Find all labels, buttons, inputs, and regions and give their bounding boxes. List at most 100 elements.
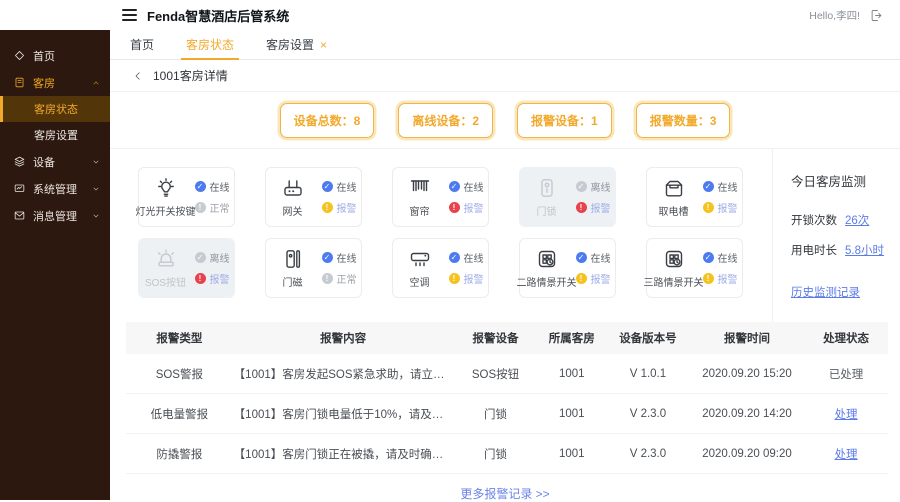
door-sensor-icon — [281, 247, 305, 271]
tab-label: 首页 — [130, 38, 155, 52]
sidebar-item-room-status[interactable]: 客房状态 — [0, 96, 110, 122]
alarm-table: 报警类型 报警内容 报警设备 所属客房 设备版本号 报警时间 处理状态 SOS警报 【1001… — [126, 322, 888, 474]
status-normal: ! 正常 — [321, 271, 357, 286]
monitor-label: 开锁次数 — [791, 215, 837, 227]
device-card-power-slot[interactable]: 取电槽 ✓ 在线! 报警 — [646, 167, 743, 227]
device-statuses: ✓ 在线! 报警 — [575, 250, 611, 286]
cell-device: 门锁 — [453, 433, 538, 474]
status-label: 正常 — [209, 204, 230, 215]
device-card-scene-switch-2[interactable]: 二路情景开关 ✓ 在线! 报警 — [516, 238, 616, 298]
tab-room-status[interactable]: 客房状态 — [181, 30, 240, 60]
page: { "header": { "title": "Fenda智慧酒店后管系统", … — [0, 0, 900, 502]
close-tab-icon[interactable]: × — [320, 38, 327, 52]
device-card-gateway[interactable]: 网关 ✓ 在线! 报警 — [265, 167, 362, 227]
status-label: 正常 — [336, 275, 357, 286]
exclamation-circle-icon: ! — [321, 202, 333, 213]
cell-time: 2020.09.20 09:20 — [689, 433, 805, 474]
sidebar-item-system-management[interactable]: 系统管理 — [0, 175, 110, 202]
sidebar-item-rooms[interactable]: 客房 — [0, 69, 110, 96]
device-card-left: 网关 — [271, 176, 315, 218]
exclamation-circle-icon: ! — [702, 273, 714, 284]
sidebar-item-devices[interactable]: 设备 — [0, 148, 110, 175]
sidebar-subitem-label: 客房设置 — [34, 130, 78, 142]
device-card-left: 窗帘 — [398, 176, 442, 218]
tab-room-settings[interactable]: 客房设置 × — [266, 30, 327, 59]
column-header: 所属客房 — [537, 322, 607, 354]
more-alarms-link[interactable]: 更多报警记录 >> — [110, 485, 900, 502]
status-alarm-yellow: ! 报警 — [702, 271, 738, 286]
device-name: 网关 — [282, 207, 303, 218]
status-label: 在线 — [717, 183, 738, 194]
stats-row: 设备总数：8 离线设备：2 报警设备：1 报警数量：3 — [110, 92, 900, 149]
gateway-icon — [281, 176, 305, 200]
power-slot-icon — [662, 176, 686, 200]
system-icon — [13, 182, 26, 195]
content-row: 灯光开关按键 ✓ 在线! 正常 网关 ✓ 在线! 报警 窗帘 ✓ 在线! 报警 门锁 ✓ 离线! 报警 取电槽 ✓… — [110, 149, 900, 322]
exclamation-circle-icon: ! — [575, 202, 587, 213]
sidebar-item-home[interactable]: 首页 — [0, 42, 110, 69]
tab-home[interactable]: 首页 — [130, 30, 154, 59]
status-label: 报警 — [590, 275, 611, 286]
sidebar-item-message-management[interactable]: 消息管理 — [0, 202, 110, 229]
cell-device: SOS按钮 — [453, 354, 538, 394]
history-records-link[interactable]: 历史监测记录 — [791, 284, 860, 300]
menu-toggle-icon[interactable] — [122, 9, 137, 21]
cell-type: 低电量警报 — [126, 393, 233, 434]
device-grid: 灯光开关按键 ✓ 在线! 正常 网关 ✓ 在线! 报警 窗帘 ✓ 在线! 报警 门锁 ✓ 离线! 报警 取电槽 ✓… — [110, 149, 772, 322]
sidebar-menu: 首页客房 客房状态客房设置设备系统管理消息管理 — [0, 42, 110, 229]
status-label: 在线 — [717, 254, 738, 265]
device-name: 二路情景开关 — [516, 278, 577, 289]
back-icon[interactable] — [132, 70, 144, 82]
sidebar-item-room-settings[interactable]: 客房设置 — [0, 122, 110, 148]
device-statuses: ✓ 在线! 正常 — [194, 179, 230, 215]
status-normal: ! 正常 — [194, 200, 230, 215]
column-header: 报警设备 — [453, 322, 538, 354]
column-header: 报警时间 — [689, 322, 805, 354]
status-alarm-red: ! 报警 — [194, 271, 230, 286]
exclamation-circle-icon: ! — [575, 273, 587, 284]
status-label: 在线 — [463, 254, 484, 265]
device-card-door-lock[interactable]: 门锁 ✓ 离线! 报警 — [519, 167, 616, 227]
cell-version: V 2.3.0 — [606, 393, 690, 434]
stat-badge-2: 报警设备：1 — [517, 102, 612, 138]
status-label: 报警 — [463, 204, 484, 215]
main-area: 首页 客房状态 客房设置 × 1001客房详情 设备总数：8 离线设备：2 报警设备：1 报… — [110, 30, 900, 502]
monitor-value-link[interactable]: 5.8小时 — [845, 242, 884, 258]
monitor-value-link[interactable]: 26次 — [845, 212, 869, 228]
device-card-air-conditioner[interactable]: 空调 ✓ 在线! 报警 — [392, 238, 489, 298]
check-circle-icon: ✓ — [321, 252, 333, 263]
device-card-left: 门锁 — [525, 176, 569, 218]
device-card-sos-button[interactable]: SOS按钮 ✓ 离线! 报警 — [138, 238, 235, 298]
column-header: 处理状态 — [804, 322, 888, 354]
handle-link[interactable]: 处理 — [835, 409, 858, 421]
device-card-curtain[interactable]: 窗帘 ✓ 在线! 报警 — [392, 167, 489, 227]
column-header: 设备版本号 — [606, 322, 690, 354]
app-title: Fenda智慧酒店后管系统 — [147, 8, 290, 24]
logout-icon[interactable] — [869, 8, 884, 23]
tab-label: 客房设置 — [266, 38, 315, 52]
device-statuses: ✓ 离线! 报警 — [194, 250, 230, 286]
status-online: ✓ 在线 — [702, 179, 738, 194]
room-monitor-panel: 今日客房监测 开锁次数 26次 用电时长 5.8小时 历史监测记录 — [772, 149, 900, 322]
device-card-light-switch[interactable]: 灯光开关按键 ✓ 在线! 正常 — [136, 167, 235, 227]
sidebar-item-label: 首页 — [33, 50, 55, 63]
handle-link[interactable]: 处理 — [835, 449, 858, 461]
exclamation-circle-icon: ! — [321, 273, 333, 284]
monitor-row-unlock-count: 开锁次数 26次 — [791, 212, 900, 228]
sidebar: 首页客房 客房状态客房设置设备系统管理消息管理 — [0, 30, 110, 500]
status-offline: ✓ 离线 — [575, 179, 611, 194]
exclamation-circle-icon: ! — [702, 202, 714, 213]
check-circle-icon: ✓ — [702, 252, 714, 263]
status-label: 报警 — [717, 275, 738, 286]
chevron-down-icon — [91, 157, 101, 167]
status-label: 在线 — [463, 183, 484, 194]
device-name: 窗帘 — [409, 207, 430, 218]
device-card-door-sensor[interactable]: 门磁 ✓ 在线! 正常 — [265, 238, 362, 298]
status-label: 报警 — [717, 204, 738, 215]
scene-switch-icon — [535, 247, 559, 271]
device-statuses: ✓ 在线! 报警 — [448, 250, 484, 286]
sidebar-item-label: 系统管理 — [33, 183, 77, 196]
message-icon — [13, 209, 26, 222]
device-card-scene-switch-3[interactable]: 三路情景开关 ✓ 在线! 报警 — [644, 238, 743, 298]
status-label: 离线 — [209, 254, 230, 265]
